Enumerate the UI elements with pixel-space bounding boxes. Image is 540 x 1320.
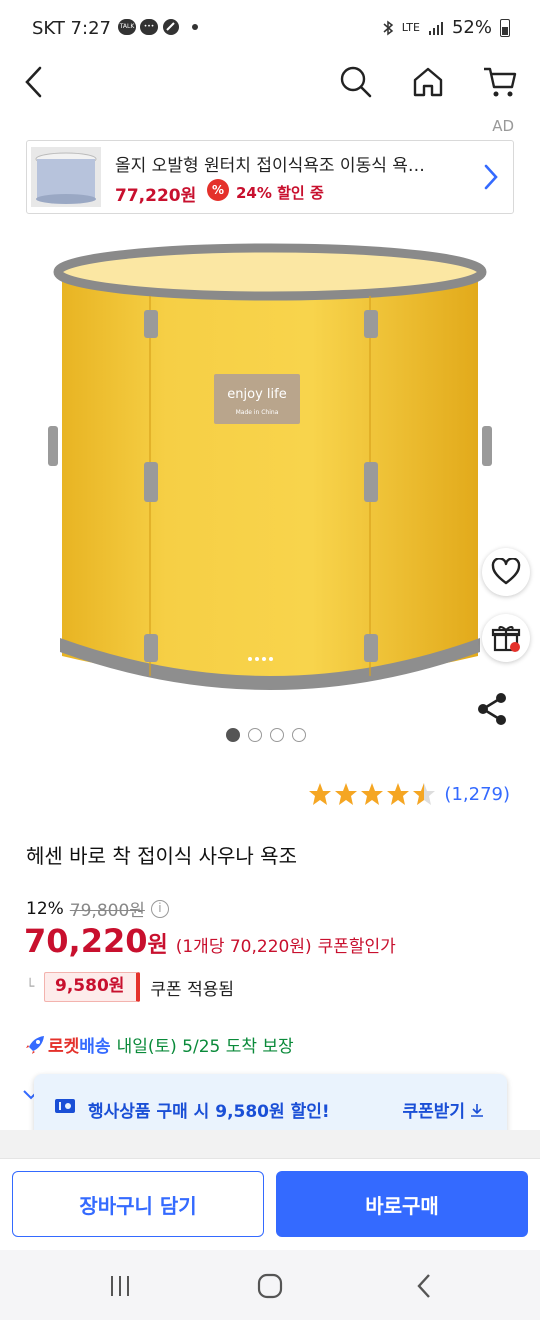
currency-label: 원 bbox=[147, 933, 168, 958]
carousel-dot[interactable] bbox=[248, 728, 262, 742]
back-arrow-icon bbox=[417, 1274, 430, 1298]
top-nav bbox=[0, 56, 540, 106]
star-rating bbox=[308, 782, 436, 806]
star-icon bbox=[335, 783, 358, 805]
cart-button[interactable] bbox=[480, 62, 520, 102]
rocket-delivery-label-b: 배송 bbox=[79, 1037, 111, 1057]
coupon-amount: 9,580원 bbox=[44, 972, 141, 1002]
discount-row: 12% 79,800원 i bbox=[26, 896, 169, 921]
delivery-eta: 내일(토) 5/25 도착 보장 bbox=[116, 1037, 294, 1057]
carousel-dot[interactable] bbox=[270, 728, 284, 742]
rocket-icon bbox=[26, 1035, 44, 1054]
search-button[interactable] bbox=[336, 62, 376, 102]
product-brand-text: enjoy life bbox=[227, 387, 286, 402]
product-image[interactable]: enjoy life Made in China bbox=[40, 236, 500, 726]
coupon-row: └ 9,580원 쿠폰 적용됨 bbox=[26, 972, 234, 1002]
more-notifications-icon bbox=[192, 24, 198, 30]
product-title: 헤센 바로 착 접이식 사우나 욕조 bbox=[26, 844, 297, 868]
coupon-icon bbox=[54, 1097, 76, 1119]
ad-banner[interactable]: 올지 오발형 원터치 접이식욕조 이동식 욕… 77,220원 % 24% 할인… bbox=[26, 140, 514, 214]
toast-message: 행사상품 구매 시 9,580원 할인! bbox=[88, 1102, 330, 1122]
share-icon bbox=[478, 693, 506, 725]
discount-badge-icon: % bbox=[207, 179, 229, 201]
chevron-left-icon bbox=[25, 66, 42, 98]
chevron-right-icon bbox=[483, 163, 499, 195]
ad-title: 올지 오발형 원터치 접이식욕조 이동식 욕… bbox=[115, 156, 425, 176]
get-coupon-label: 쿠폰받기 bbox=[402, 1102, 465, 1122]
purchase-bar: 장바구니 담기 바로구매 bbox=[0, 1158, 540, 1250]
ad-thumbnail bbox=[31, 147, 101, 207]
product-origin-text: Made in China bbox=[236, 409, 279, 416]
ad-price: 77,220원 bbox=[115, 186, 197, 206]
ad-label: AD bbox=[492, 117, 514, 135]
home-icon bbox=[413, 67, 443, 97]
section-divider bbox=[0, 1130, 540, 1158]
recent-apps-button[interactable] bbox=[100, 1268, 140, 1304]
buy-now-button[interactable]: 바로구매 bbox=[276, 1171, 528, 1237]
cart-icon bbox=[484, 67, 517, 97]
home-system-button[interactable] bbox=[250, 1268, 290, 1304]
rocket-delivery-label: 로켓 bbox=[48, 1037, 80, 1057]
wishlist-button[interactable] bbox=[482, 548, 530, 596]
bluetooth-icon bbox=[383, 20, 393, 35]
signal-icon bbox=[428, 21, 443, 35]
branch-icon: └ bbox=[26, 979, 35, 995]
home-circle-icon bbox=[257, 1273, 283, 1299]
price-row: 70,220 원 (1개당 70,220원) 쿠폰할인가 bbox=[24, 922, 396, 960]
status-right: LTE 52% bbox=[382, 17, 510, 38]
sale-price: 70,220 bbox=[24, 922, 148, 960]
star-icon bbox=[387, 783, 410, 805]
heart-icon bbox=[491, 558, 521, 585]
coupon-applied-text: 쿠폰 적용됨 bbox=[150, 979, 235, 1000]
star-icon bbox=[309, 783, 332, 805]
discount-rate: 12% bbox=[26, 898, 64, 919]
share-button[interactable] bbox=[476, 692, 508, 730]
network-type: LTE bbox=[401, 21, 420, 34]
get-coupon-button[interactable]: 쿠폰받기 bbox=[402, 1097, 485, 1122]
download-icon bbox=[471, 1103, 483, 1117]
battery-percent: 52% bbox=[451, 17, 492, 38]
app-icon bbox=[163, 19, 179, 35]
add-to-cart-button[interactable]: 장바구니 담기 bbox=[12, 1171, 264, 1237]
chat-icon: ••• bbox=[140, 19, 158, 35]
side-actions bbox=[482, 548, 530, 680]
home-button[interactable] bbox=[408, 62, 448, 102]
talk-icon: TALK bbox=[118, 19, 136, 35]
search-icon bbox=[340, 66, 372, 98]
star-icon bbox=[361, 783, 384, 805]
original-price: 79,800원 bbox=[69, 901, 145, 921]
system-navigation bbox=[0, 1250, 540, 1320]
info-icon[interactable]: i bbox=[150, 899, 169, 918]
notification-icons: TALK ••• bbox=[118, 18, 198, 36]
rating[interactable]: (1,279) bbox=[308, 782, 510, 806]
carousel-indicator[interactable] bbox=[226, 728, 306, 742]
unit-price: (1개당 70,220원) bbox=[175, 937, 312, 957]
coupon-price-label: 쿠폰할인가 bbox=[317, 937, 396, 957]
carousel-dot[interactable] bbox=[226, 728, 240, 742]
back-button[interactable] bbox=[14, 62, 54, 102]
gift-icon bbox=[491, 626, 521, 652]
recent-apps-icon bbox=[111, 1276, 129, 1296]
battery-icon bbox=[500, 18, 510, 37]
status-time: SKT 7:27 bbox=[32, 18, 111, 39]
carousel-dot[interactable] bbox=[292, 728, 306, 742]
star-half-icon bbox=[413, 783, 436, 805]
gift-button[interactable] bbox=[482, 614, 530, 662]
status-bar: SKT 7:27 TALK ••• LTE 52% bbox=[0, 0, 540, 56]
ad-discount: 24% 할인 중 bbox=[236, 184, 324, 202]
delivery-info: 로켓 배송 내일(토) 5/25 도착 보장 bbox=[24, 1032, 294, 1057]
review-count[interactable]: (1,279) bbox=[444, 784, 510, 805]
back-system-button[interactable] bbox=[404, 1268, 444, 1304]
